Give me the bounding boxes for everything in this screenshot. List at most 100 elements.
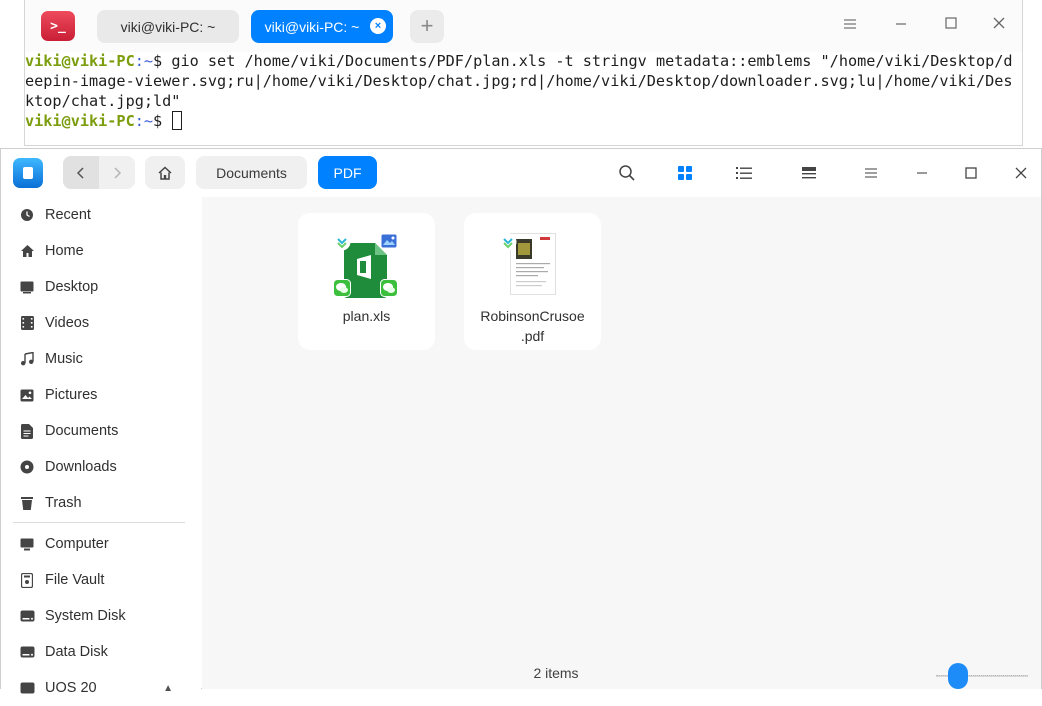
sidebar-item-system-disk[interactable]: System Disk [1,598,201,634]
sidebar-item-label: Data Disk [45,644,108,660]
file-name: plan.xls [342,308,391,324]
eject-icon[interactable]: ▲ [163,683,173,694]
sidebar-item-documents[interactable]: Documents [1,413,201,449]
list-icon [736,167,752,179]
file-item-robinsoncrusoe-pdf[interactable]: RobinsonCrusoe .pdf [464,213,601,350]
terminal-titlebar: >_ viki@viki-PC: ~ viki@viki-PC: ~ × + [25,0,1022,52]
home-button[interactable] [145,156,185,189]
forward-button[interactable] [99,156,135,189]
sidebar-item-pictures[interactable]: Pictures [1,377,201,413]
navigation-buttons [63,156,135,189]
prompt-path: :~ [134,112,154,130]
close-icon[interactable] [987,14,1011,38]
menu-icon[interactable] [838,14,862,38]
sidebar-item-file-vault[interactable]: File Vault [1,562,201,598]
text-cursor [172,111,183,130]
file-manager-window: Documents PDF Recent Home Desktop Videos… [0,148,1042,696]
sidebar-item-label: UOS 20 [45,680,97,696]
list-view-button[interactable] [732,161,756,185]
sidebar-item-uos-20[interactable]: UOS 20 ▲ [1,670,201,706]
minimize-icon[interactable] [910,161,934,185]
download-icon [18,458,36,476]
prompt-path: :~ [134,52,154,70]
command-text: gio set /home/viki/Documents/PDF/plan.xl… [25,52,1013,110]
sidebar-item-label: File Vault [45,572,105,588]
sidebar-item-home[interactable]: Home [1,233,201,269]
sidebar-item-data-disk[interactable]: Data Disk [1,634,201,670]
prompt-user: viki@viki-PC [25,52,135,70]
terminal-window: >_ viki@viki-PC: ~ viki@viki-PC: ~ × + v… [24,0,1023,146]
maximize-icon[interactable] [959,161,983,185]
sidebar-item-label: Documents [45,423,119,439]
image-viewer-emblem-icon [380,233,398,249]
desktop-icon [18,278,36,296]
chevron-left-icon [76,166,84,179]
sidebar-item-downloads[interactable]: Downloads [1,449,201,485]
vault-icon [18,571,36,589]
sidebar-item-videos[interactable]: Videos [1,305,201,341]
preview-panel-icon [802,167,816,179]
sidebar-item-trash[interactable]: Trash [1,485,201,521]
terminal-tab-1[interactable]: viki@viki-PC: ~ [97,10,239,43]
prompt-symbol: $ [153,52,172,70]
picture-icon [18,386,36,404]
downloader-emblem-icon [333,233,351,251]
sidebar-item-label: Home [45,243,84,259]
chat-emblem-icon [380,279,398,297]
terminal-output[interactable]: viki@viki-PC:~$ gio set /home/viki/Docum… [25,51,1020,131]
downloader-emblem-icon [499,233,517,251]
file-name-line: RobinsonCrusoe [480,308,585,324]
sidebar-item-desktop[interactable]: Desktop [1,269,201,305]
breadcrumb-pdf[interactable]: PDF [318,156,377,189]
maximize-icon[interactable] [939,14,963,38]
sidebar-item-label: Recent [45,207,91,223]
breadcrumb-documents[interactable]: Documents [196,156,307,189]
icon-size-slider-thumb[interactable] [948,663,968,689]
grid-icon [678,166,692,180]
breadcrumb-label: PDF [333,164,362,181]
clock-icon [18,206,36,224]
home-icon [18,242,36,260]
sidebar-item-label: Videos [45,315,90,331]
menu-icon[interactable] [859,161,883,185]
sidebar-item-recent[interactable]: Recent [1,197,201,233]
file-item-plan-xls[interactable]: plan.xls [298,213,435,350]
status-bar-text: 2 items [533,665,579,681]
home-icon [158,165,172,180]
sidebar-item-label: Trash [45,495,82,511]
detail-view-button[interactable] [797,161,821,185]
terminal-tab-label: viki@viki-PC: ~ [120,18,216,35]
file-name: RobinsonCrusoe .pdf [464,306,601,346]
back-button[interactable] [63,156,99,189]
add-tab-button[interactable]: + [410,10,444,43]
prompt-symbol: $ [153,112,172,130]
sidebar-divider [13,522,185,523]
file-view: plan.xls RobinsonCrusoe .pdf 2 items [202,197,1041,689]
icon-view-button[interactable] [673,161,697,185]
sidebar-item-music[interactable]: Music [1,341,201,377]
minimize-icon[interactable] [889,14,913,38]
disk-icon [18,607,36,625]
sidebar-item-label: Desktop [45,279,99,295]
sidebar-item-label: Computer [45,536,109,552]
terminal-app-icon: >_ [41,11,75,41]
disk-icon [18,643,36,661]
chat-emblem-icon [333,279,351,297]
sidebar-item-label: Music [45,351,83,367]
close-icon[interactable] [1009,161,1033,185]
terminal-tab-2[interactable]: viki@viki-PC: ~ × [251,10,393,43]
sidebar-item-label: Downloads [45,459,117,475]
file-manager-toolbar: Documents PDF [1,149,1041,197]
breadcrumb-label: Documents [216,164,287,181]
search-icon[interactable] [615,161,639,185]
disk-icon [18,679,36,697]
computer-icon [18,535,36,553]
prompt-user: viki@viki-PC [25,112,135,130]
sidebar-item-computer[interactable]: Computer [1,526,201,562]
file-manager-logo-icon [13,158,43,188]
sidebar-item-label: Pictures [45,387,98,403]
sidebar: Recent Home Desktop Videos Music Picture… [1,197,201,696]
close-tab-icon[interactable]: × [370,18,386,34]
video-icon [18,314,36,332]
trash-icon [18,494,36,512]
